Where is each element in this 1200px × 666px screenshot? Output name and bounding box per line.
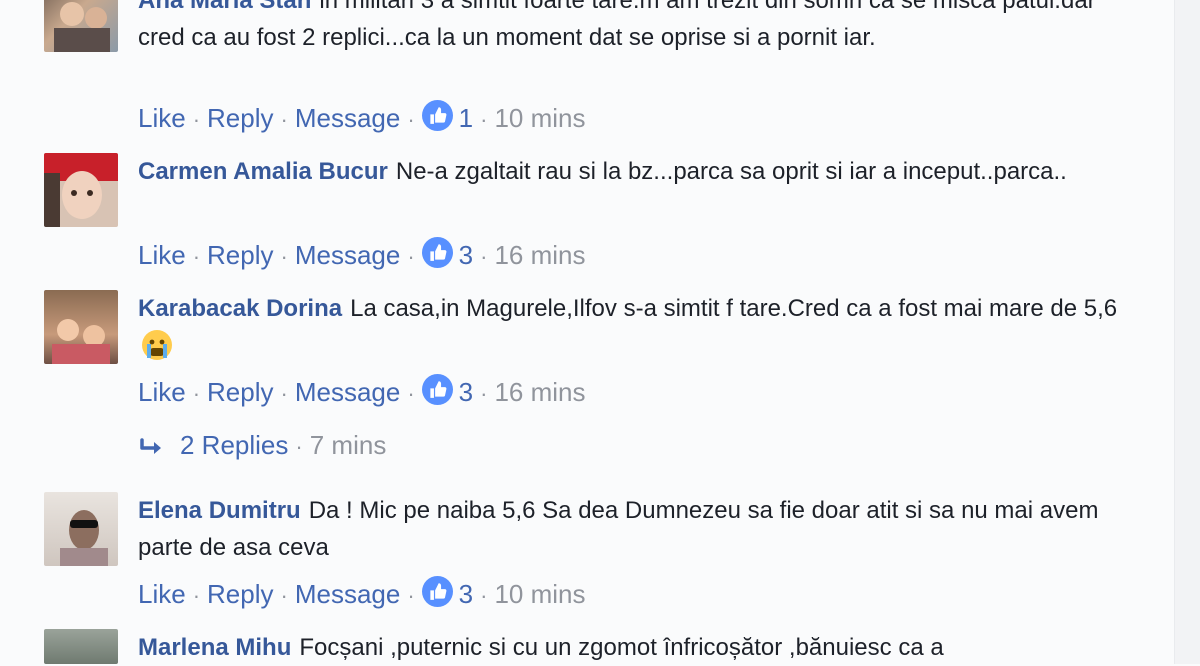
comment-text: La casa,in Magurele,Ilfov s-a simtit f t…: [350, 295, 1118, 322]
view-replies-link[interactable]: 2 Replies · 7 mins: [138, 428, 386, 462]
like-count[interactable]: 3: [459, 377, 473, 407]
comment-timestamp[interactable]: 10 mins: [494, 579, 585, 609]
message-link[interactable]: Message: [295, 579, 401, 609]
comment-author[interactable]: Karabacak Dorina: [138, 295, 342, 322]
reply-arrow-icon: [138, 432, 180, 466]
like-link[interactable]: Like: [138, 103, 186, 133]
comment-author[interactable]: Marlena Mihu: [138, 634, 291, 661]
like-count[interactable]: 3: [459, 240, 473, 270]
avatar[interactable]: [44, 290, 118, 364]
message-link[interactable]: Message: [295, 103, 401, 133]
replies-count[interactable]: 2 Replies: [180, 430, 288, 460]
comment-author[interactable]: Carmen Amalia Bucur: [138, 158, 388, 185]
comment-author[interactable]: Elena Dumitru: [138, 497, 301, 524]
like-link[interactable]: Like: [138, 579, 186, 609]
avatar[interactable]: [44, 492, 118, 566]
comment-timestamp[interactable]: 16 mins: [494, 377, 585, 407]
message-link[interactable]: Message: [295, 240, 401, 270]
reply-link[interactable]: Reply: [207, 103, 273, 133]
scrollbar[interactable]: [1174, 0, 1200, 664]
crying-face-icon: [142, 330, 172, 360]
thumbs-up-icon[interactable]: [421, 576, 453, 607]
comment-author[interactable]: Ana Maria Stan: [138, 0, 311, 14]
comment-timestamp[interactable]: 10 mins: [494, 103, 585, 133]
like-link[interactable]: Like: [138, 377, 186, 407]
like-count[interactable]: 1: [459, 103, 473, 133]
reply-link[interactable]: Reply: [207, 579, 273, 609]
message-link[interactable]: Message: [295, 377, 401, 407]
comment-timestamp[interactable]: 16 mins: [494, 240, 585, 270]
avatar[interactable]: [44, 0, 118, 52]
comment-text: Focșani ,puternic si cu un zgomot înfric…: [299, 634, 944, 661]
comment-actions: Like · Reply · Message · 3 · 16 mins: [138, 237, 586, 270]
like-link[interactable]: Like: [138, 240, 186, 270]
avatar[interactable]: [44, 629, 118, 664]
like-count[interactable]: 3: [459, 579, 473, 609]
comment-actions: Like · Reply · Message · 3 · 10 mins: [138, 576, 586, 609]
replies-timestamp: 7 mins: [309, 430, 387, 460]
thumbs-up-icon[interactable]: [421, 374, 453, 405]
reply-link[interactable]: Reply: [207, 377, 273, 407]
comment-actions: Like · Reply · Message · 3 · 16 mins: [138, 374, 586, 407]
avatar[interactable]: [44, 153, 118, 227]
thumbs-up-icon[interactable]: [421, 237, 453, 268]
comment-actions: Like · Reply · Message · 1 · 10 mins: [138, 100, 586, 133]
comment-text: Ne-a zgaltait rau si la bz...parca sa op…: [395, 158, 1067, 185]
reply-link[interactable]: Reply: [207, 240, 273, 270]
thumbs-up-icon[interactable]: [421, 100, 453, 131]
